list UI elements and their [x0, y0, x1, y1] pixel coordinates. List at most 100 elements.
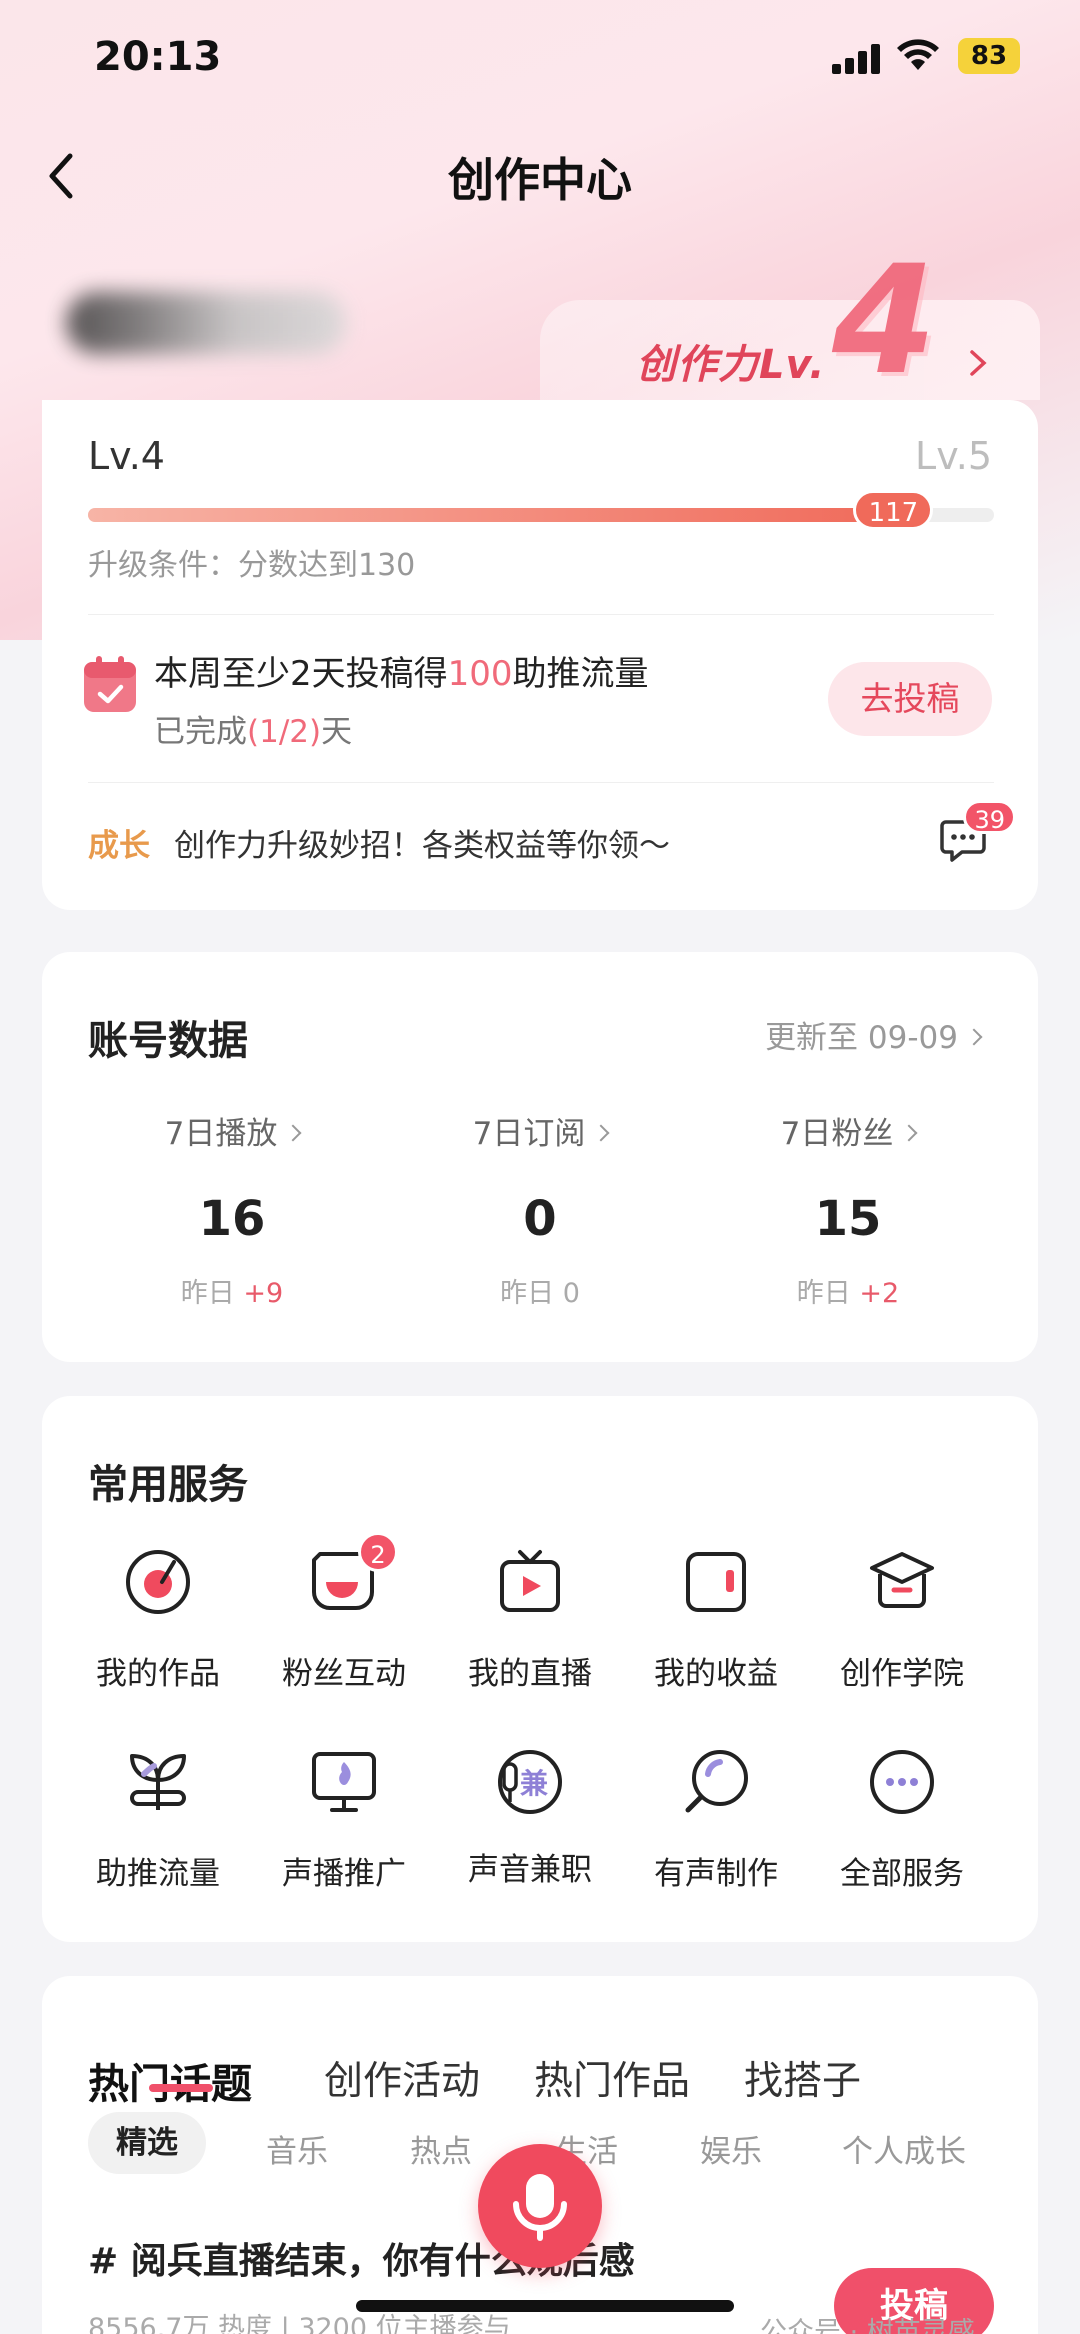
account-data-card: 账号数据 更新至 09-09 7日播放 16 昨日 +9 7日订阅 0 昨日 0… — [42, 952, 1038, 1362]
subtab-entertainment[interactable]: 娱乐 — [700, 2126, 762, 2171]
stat-delta-label: 昨日 — [500, 1278, 555, 1309]
record-icon — [126, 1550, 190, 1614]
task-title-text: 本周至少2天投稿得 — [154, 654, 448, 694]
chevron-right-icon — [965, 1028, 983, 1045]
creator-level-label: 创作力Lv. — [636, 342, 826, 388]
update-date-link[interactable]: 更新至 09-09 — [765, 1012, 983, 1057]
service-label: 我的收益 — [654, 1656, 778, 1692]
task-progress-suffix: 天 — [321, 714, 353, 750]
current-level: Lv.4 — [88, 434, 165, 478]
services-title: 常用服务 — [88, 1462, 248, 1508]
service-label: 创作学院 — [840, 1656, 964, 1692]
stat-delta-value: +2 — [859, 1278, 900, 1309]
subtab-music[interactable]: 音乐 — [266, 2126, 328, 2171]
sprout-icon — [130, 1754, 186, 1810]
service-my-earnings[interactable]: 我的收益 — [626, 1546, 806, 1693]
chevron-right-icon — [284, 1124, 302, 1141]
cellular-signal-icon — [832, 44, 882, 74]
go-submit-button[interactable]: 去投稿 — [828, 662, 992, 736]
graduation-cap-icon — [870, 1552, 934, 1608]
stat-value: 0 — [523, 1191, 557, 1247]
message-count-badge: 39 — [963, 800, 1016, 834]
mic-parttime-icon: 兼 — [494, 1746, 566, 1818]
level-score-badge: 117 — [853, 490, 934, 530]
stat-delta-value: +9 — [243, 1278, 284, 1309]
service-label: 声音兼职 — [468, 1852, 592, 1888]
service-label: 全部服务 — [840, 1856, 964, 1892]
stat-value: 15 — [814, 1191, 882, 1247]
next-level: Lv.5 — [915, 434, 992, 478]
service-label: 助推流量 — [96, 1856, 220, 1892]
task-progress-count: (1/2) — [247, 714, 322, 750]
monitor-flame-icon — [312, 1752, 376, 1812]
level-progress-fill — [88, 508, 904, 522]
stat-value: 16 — [198, 1191, 266, 1247]
wallet-icon — [686, 1552, 746, 1612]
task-progress-prefix: 已完成 — [154, 714, 247, 750]
service-badge: 2 — [358, 1532, 398, 1572]
microphone-icon — [513, 2174, 567, 2241]
service-fan-interaction[interactable]: 2 粉丝互动 — [254, 1532, 434, 1693]
subtab-trending[interactable]: 热点 — [410, 2126, 472, 2171]
page-title: 创作中心 — [448, 153, 632, 207]
battery-indicator: 83 — [958, 38, 1020, 74]
tab-hot-works[interactable]: 热门作品 — [534, 2050, 690, 2106]
service-label: 我的直播 — [468, 1656, 592, 1692]
nav-bar: 创作中心 — [0, 130, 1080, 220]
service-label: 粉丝互动 — [282, 1656, 406, 1692]
stat-delta-label: 昨日 — [796, 1278, 851, 1309]
divider — [88, 782, 994, 783]
weekly-task-title: 本周至少2天投稿得100助推流量 — [154, 646, 649, 695]
stat-label: 7日订阅 — [472, 1116, 586, 1152]
weekly-task-progress: 已完成(1/2)天 — [154, 706, 352, 751]
growth-tip-link[interactable]: 创作力升级妙招！各类权益等你领～ — [174, 820, 670, 865]
chevron-right-icon[interactable] — [966, 348, 990, 378]
status-time: 20:13 — [94, 34, 222, 80]
subtab-featured[interactable]: 精选 — [88, 2112, 206, 2174]
service-label: 声播推广 — [282, 1856, 406, 1892]
stat-delta-label: 昨日 — [180, 1278, 235, 1309]
stat-followers[interactable]: 7日粉丝 15 昨日 +2 — [698, 1108, 998, 1310]
service-my-works[interactable]: 我的作品 — [68, 1546, 248, 1693]
divider — [88, 614, 994, 615]
active-tab-indicator — [149, 2084, 213, 2092]
tab-find-partner[interactable]: 找搭子 — [744, 2050, 861, 2106]
blurred-username — [66, 292, 346, 354]
tab-creation-activities[interactable]: 创作活动 — [324, 2050, 480, 2106]
level-progress-bar: 117 — [88, 490, 994, 530]
record-mic-button[interactable] — [478, 2144, 602, 2268]
service-audio-promo[interactable]: 声播推广 — [254, 1746, 434, 1893]
calendar-check-icon — [84, 656, 136, 712]
creator-level-number: 4 — [832, 234, 937, 408]
upgrade-condition: 升级条件：分数达到130 — [88, 548, 416, 583]
growth-tag: 成长 — [88, 828, 150, 864]
common-services-card: 常用服务 我的作品 2 粉丝互动 我的直播 我的收益 创作学院 助推流量 声播推… — [42, 1396, 1038, 1942]
stat-subscriptions[interactable]: 7日订阅 0 昨日 0 — [390, 1108, 690, 1310]
home-indicator[interactable] — [356, 2300, 734, 2312]
service-boost-traffic[interactable]: 助推流量 — [68, 1746, 248, 1893]
task-reward-number: 100 — [447, 654, 513, 694]
stat-delta-value: 0 — [562, 1278, 580, 1309]
more-icon — [870, 1750, 934, 1814]
stat-label: 7日粉丝 — [780, 1116, 894, 1152]
watermark-text: 公众号 · 树苗灵感 — [760, 2317, 975, 2334]
tv-icon — [500, 1550, 560, 1612]
stat-plays[interactable]: 7日播放 16 昨日 +9 — [82, 1108, 382, 1310]
service-voice-parttime[interactable]: 兼 声音兼职 — [440, 1746, 620, 1889]
service-all-services[interactable]: 全部服务 — [812, 1746, 992, 1893]
magnifier-icon — [685, 1750, 748, 1813]
task-title-suffix: 助推流量 — [512, 654, 649, 694]
service-label: 有声制作 — [654, 1856, 778, 1892]
service-creator-academy[interactable]: 创作学院 — [812, 1546, 992, 1693]
service-my-live[interactable]: 我的直播 — [440, 1546, 620, 1693]
tab-hot-topics[interactable]: 热门话题 — [88, 2050, 252, 2110]
service-audio-production[interactable]: 有声制作 — [626, 1746, 806, 1893]
parttime-glyph: 兼 — [520, 1767, 549, 1800]
update-date-text: 更新至 09-09 — [765, 1020, 958, 1056]
chevron-right-icon — [900, 1124, 918, 1141]
subtab-personal-growth[interactable]: 个人成长 — [842, 2126, 966, 2171]
chevron-right-icon — [592, 1124, 610, 1141]
account-data-title: 账号数据 — [88, 1018, 248, 1064]
stat-label: 7日播放 — [164, 1116, 278, 1152]
level-card: Lv.4 Lv.5 117 升级条件：分数达到130 本周至少2天投稿得100助… — [42, 400, 1038, 910]
